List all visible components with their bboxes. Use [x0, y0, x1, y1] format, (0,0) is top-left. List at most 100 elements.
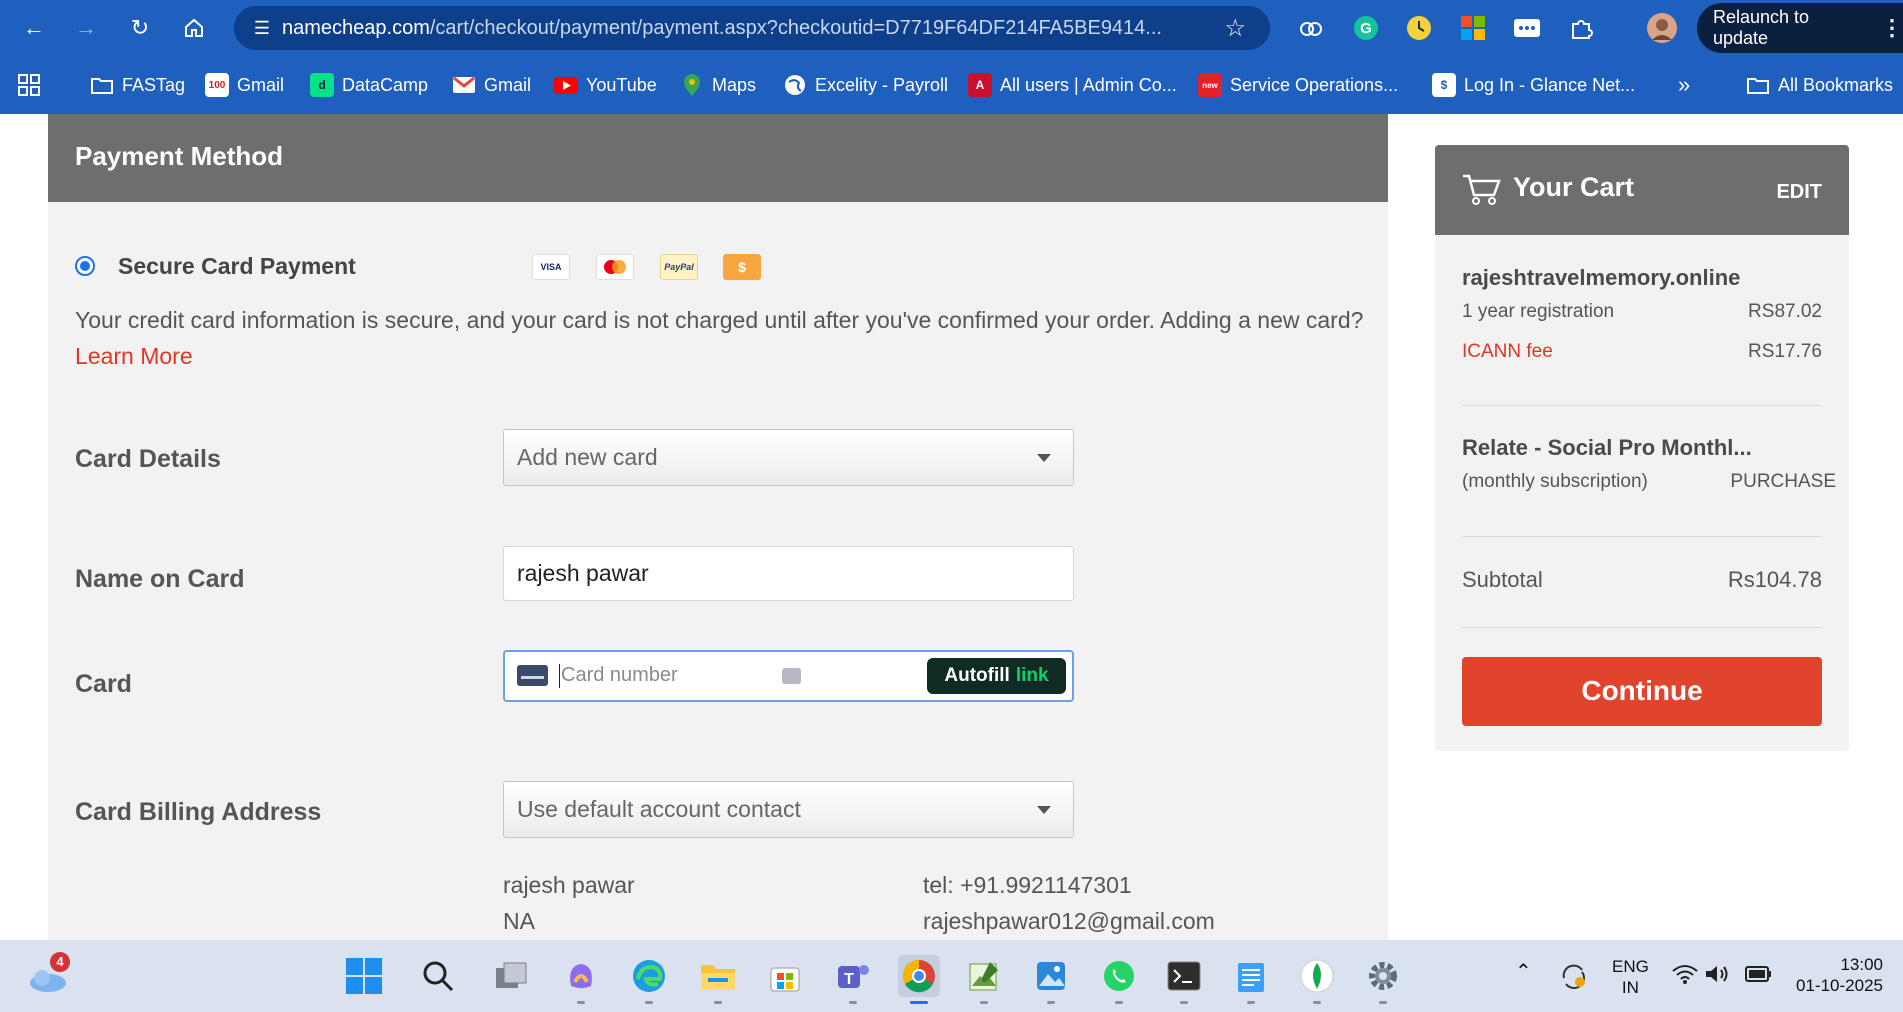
battery-icon[interactable]	[1745, 966, 1773, 987]
card-details-select[interactable]: Add new card	[503, 429, 1074, 486]
more-extensions-icon[interactable]	[1511, 12, 1543, 44]
photos-icon[interactable]	[1030, 955, 1072, 1004]
card-label: Card	[75, 670, 132, 698]
running-indicator	[645, 1001, 653, 1004]
bookmark-label: Log In - Glance Net...	[1464, 74, 1636, 95]
language-indicator[interactable]: ENG IN	[1612, 956, 1649, 998]
address-email: rajeshpawar012@gmail.com	[923, 908, 1215, 934]
admin-icon: A	[968, 73, 992, 97]
bookmark-label: YouTube	[586, 74, 657, 95]
terminal-icon[interactable]	[1163, 955, 1205, 1004]
subtotal-label: Subtotal	[1462, 567, 1543, 592]
whatsapp-icon[interactable]	[1098, 955, 1140, 1004]
billing-address-value: Use default account contact	[517, 796, 801, 822]
icann-fee-link[interactable]: ICANN fee	[1462, 341, 1553, 363]
file-explorer-icon[interactable]	[697, 955, 739, 1004]
task-view-icon[interactable]	[490, 955, 532, 997]
microsoft-icon[interactable]	[1457, 12, 1489, 44]
weather-widget-icon[interactable]: 4	[27, 952, 70, 999]
bookmark-label: All users | Admin Co...	[1000, 74, 1177, 95]
cart-item-subscription-status: PURCHASE	[1730, 471, 1836, 492]
bookmark-gmail-1[interactable]: 100 Gmail	[205, 70, 284, 100]
search-icon[interactable]	[417, 955, 459, 997]
extensions-puzzle-icon[interactable]	[1565, 12, 1597, 44]
secure-card-payment-radio[interactable]	[75, 256, 95, 276]
apps-grid-icon[interactable]	[18, 70, 40, 100]
bookmark-star-icon[interactable]: ☆	[1224, 14, 1246, 43]
bookmark-admin[interactable]: A All users | Admin Co...	[968, 70, 1177, 100]
weather-badge: 4	[50, 952, 70, 972]
bookmark-glance[interactable]: $ Log In - Glance Net...	[1432, 70, 1635, 100]
link-brand-label: link	[1015, 665, 1049, 686]
payment-method-title: Payment Method	[48, 114, 1388, 202]
keyboard-icon[interactable]	[782, 668, 801, 684]
forward-icon[interactable]: →	[70, 12, 102, 44]
name-on-card-input[interactable]: rajesh pawar	[503, 546, 1074, 601]
mongodb-compass-icon[interactable]	[1296, 955, 1338, 1004]
settings-gear-icon[interactable]	[1362, 955, 1404, 1004]
cart-edit-link[interactable]: EDIT	[1776, 181, 1822, 204]
running-indicator	[849, 1001, 857, 1004]
copilot-icon[interactable]	[560, 955, 602, 1004]
grammarly-icon[interactable]: G	[1350, 12, 1382, 44]
cart-title: Your Cart	[1513, 172, 1635, 202]
edge-icon[interactable]	[628, 955, 670, 1004]
bookmark-label: FASTag	[122, 74, 186, 95]
billing-address-select[interactable]: Use default account contact	[503, 781, 1074, 838]
all-bookmarks[interactable]: All Bookmarks	[1746, 70, 1893, 100]
clock-extension-icon[interactable]	[1403, 12, 1435, 44]
menu-kebab-icon[interactable]: ⋮	[1881, 15, 1903, 41]
bookmark-excelity[interactable]: Excelity - Payroll	[783, 70, 948, 100]
site-settings-icon[interactable]: ☰	[242, 18, 282, 39]
clock[interactable]: 13:00 01-10-2025	[1793, 954, 1883, 996]
svg-text:G: G	[1360, 20, 1372, 37]
clock-time: 13:00	[1840, 955, 1883, 974]
bookmark-label: Maps	[712, 74, 757, 95]
cart-item-subscription-term: (monthly subscription)	[1462, 471, 1648, 492]
bookmark-service-ops[interactable]: new Service Operations...	[1198, 70, 1398, 100]
card-number-field[interactable]: Card number Autofill link	[503, 650, 1074, 702]
continue-button[interactable]: Continue	[1462, 657, 1822, 726]
windows-taskbar: 4 T ⌃ ENG IN 13:00 01-10-2025	[0, 940, 1903, 1012]
bookmark-label: Gmail	[237, 74, 285, 95]
back-icon[interactable]: ←	[18, 12, 50, 44]
running-indicator	[980, 1001, 988, 1004]
bookmark-fastag[interactable]: FASTag	[90, 70, 185, 100]
browser-toolbar: ← → ↻ ☰ namecheap.com/cart/checkout/paym…	[0, 0, 1903, 56]
teams-icon[interactable]: T	[832, 955, 874, 1004]
photo-editor-icon[interactable]	[963, 955, 1005, 1004]
visa-logo-icon: VISA	[532, 254, 570, 280]
sync-status-icon[interactable]	[1558, 960, 1588, 995]
notepad-icon[interactable]	[1230, 955, 1272, 1004]
relaunch-button[interactable]: Relaunch to update ⋮	[1697, 3, 1903, 53]
bookmark-gmail-2[interactable]: Gmail	[452, 70, 531, 100]
microsoft-store-icon[interactable]	[764, 955, 806, 997]
all-bookmarks-label: All Bookmarks	[1778, 74, 1894, 95]
bookmark-label: Gmail	[484, 74, 532, 95]
bookmark-datacamp[interactable]: d DataCamp	[310, 70, 428, 100]
profile-avatar[interactable]	[1646, 12, 1678, 44]
url-text[interactable]: namecheap.com/cart/checkout/payment/paym…	[282, 17, 1182, 40]
address-tel: tel: +91.9921147301	[923, 872, 1132, 898]
wifi-icon[interactable]	[1672, 964, 1698, 989]
running-indicator	[1247, 1001, 1255, 1004]
region-code: IN	[1621, 978, 1639, 997]
secure-card-payment-label: Secure Card Payment	[118, 253, 356, 279]
show-hidden-icons-chevron-icon[interactable]: ⌃	[1515, 962, 1532, 983]
address-bar[interactable]: ☰ namecheap.com/cart/checkout/payment/pa…	[234, 6, 1270, 50]
chrome-icon[interactable]	[898, 955, 940, 1004]
reload-icon[interactable]: ↻	[124, 12, 156, 44]
extension-puzzle-cloud-icon[interactable]	[1295, 12, 1327, 44]
autofill-link-button[interactable]: Autofill link	[927, 658, 1066, 694]
learn-more-link[interactable]: Learn More	[75, 343, 193, 369]
bookmark-youtube[interactable]: YouTube	[554, 70, 657, 100]
card-number-placeholder: Card number	[561, 664, 678, 686]
more-bookmarks-chevron-icon[interactable]: »	[1678, 70, 1690, 100]
volume-icon[interactable]	[1705, 964, 1731, 989]
home-icon[interactable]	[178, 12, 210, 44]
globe-icon	[783, 73, 807, 97]
running-indicator	[1180, 1001, 1188, 1004]
windows-start-icon[interactable]	[343, 955, 385, 997]
secure-info-text: Your credit card information is secure, …	[75, 302, 1365, 374]
bookmark-maps[interactable]: Maps	[680, 70, 756, 100]
